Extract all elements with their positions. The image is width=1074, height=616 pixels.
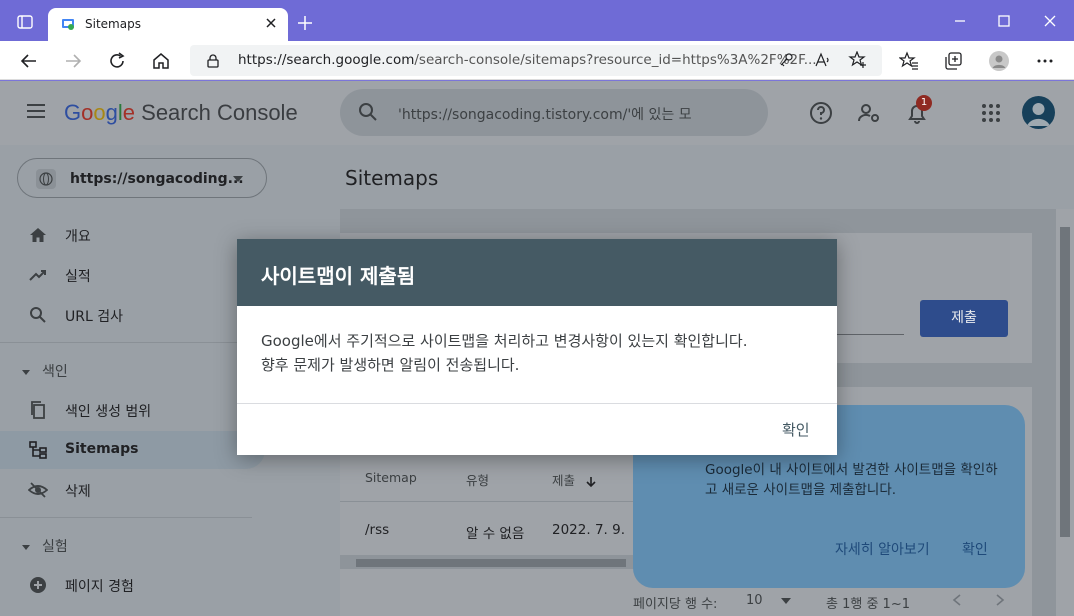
forward-icon [62,50,84,72]
close-tab-icon[interactable] [264,16,278,30]
table-divider [340,501,640,502]
read-aloud-icon[interactable] [814,51,832,73]
dialog-body-line: Google에서 주기적으로 사이트맵을 처리하고 변경사항이 있는지 확인합니… [261,332,748,350]
copy-icon [28,400,48,420]
dialog-divider [237,403,837,404]
rows-per-page-select[interactable]: 10 [746,593,791,608]
menu-icon[interactable] [26,103,46,119]
dialog-title: 사이트맵이 제출됨 [261,264,416,288]
prev-page-icon[interactable] [951,593,963,611]
sidebar-divider [0,517,252,518]
favorites-icon[interactable] [898,50,920,72]
home-icon [28,225,48,245]
property-url: https://songacoding... [70,171,244,187]
search-input[interactable]: 'https://songacoding.tistory.com/'에 있는 모 [340,89,768,136]
section-experience-header[interactable]: 실험 [22,536,68,556]
submitted-date-cell: 2022. 7. 9. [552,522,625,538]
sidebar-item-coverage[interactable]: 색인 생성 범위 [0,391,265,429]
vertical-scrollbar[interactable] [1056,209,1074,616]
dialog-ok-button[interactable]: 확인 [782,419,810,440]
sidebar-item-performance[interactable]: 실적 [0,256,265,294]
more-options-icon[interactable] [1034,50,1056,72]
dialog-header: 사이트맵이 제출됨 [237,239,837,306]
sidebar-item-removals[interactable]: 삭제 [0,471,265,509]
sidebar-divider [0,342,252,343]
sidebar-item-label: Sitemaps [65,441,139,457]
column-header-submitted[interactable]: 제출 [552,470,597,489]
address-bar[interactable]: https://search.google.com/search-console… [190,45,882,76]
trending-icon [28,265,48,285]
eye-off-icon [27,480,49,500]
sidebar-item-label: 실적 [65,269,91,285]
app-logo[interactable]: Google Search Console [64,100,298,126]
profile-icon[interactable] [988,50,1010,72]
tooltip-text: Google이 내 사이트에서 발견한 사이트맵을 확인하고 새로운 사이트맵을… [705,462,998,498]
account-avatar[interactable] [1022,96,1055,129]
search-icon [358,102,378,126]
column-header-type[interactable]: 유형 [466,470,489,489]
back-icon[interactable] [18,50,40,72]
globe-icon [36,169,56,189]
sitemap-icon [28,440,48,460]
browser-tab[interactable]: Sitemaps [48,8,288,41]
sidebar-item-label: 페이지 경험 [65,579,134,595]
sidebar-item-label: URL 검사 [65,309,123,325]
page-title: Sitemaps [345,166,439,190]
search-console-favicon-icon [61,17,76,32]
chevron-down-icon [780,597,791,604]
sidebar: https://songacoding... 개요 실적 URL 검사 색인 색… [0,145,270,616]
sidebar-item-label: 색인 생성 범위 [65,404,152,420]
chevron-down-icon [233,176,243,182]
dialog-body-line: 향후 문제가 발생하면 알림이 전송됩니다. [261,356,520,374]
dialog-body: Google에서 주기적으로 사이트맵을 처리하고 변경사항이 있는지 확인합니… [261,329,821,377]
column-header-sitemap[interactable]: Sitemap [365,470,417,485]
tab-title: Sitemaps [85,17,141,31]
sitemap-cell[interactable]: /rss [365,522,389,538]
sidebar-item-label: 삭제 [65,484,91,500]
apps-grid-icon[interactable] [979,101,1003,125]
sidebar-item-label: 개요 [65,229,91,245]
collapse-icon [22,369,30,375]
url-text: https://search.google.com/search-console… [238,52,817,68]
home-browser-icon[interactable] [150,50,172,72]
app-header: Google Search Console 'https://songacodi… [0,81,1074,145]
browser-toolbar: https://search.google.com/search-console… [0,41,1074,80]
refresh-icon[interactable] [106,50,128,72]
lock-icon[interactable] [207,54,219,72]
search-placeholder: 'https://songacoding.tistory.com/'에 있는 모 [398,107,692,123]
sidebar-item-sitemaps[interactable]: Sitemaps [0,431,265,469]
section-index-header[interactable]: 색인 [22,361,68,381]
page-range: 총 1행 중 1~1 [826,597,910,612]
property-selector[interactable]: https://songacoding... [17,158,267,198]
type-cell: 알 수 없음 [466,526,525,542]
next-page-icon[interactable] [994,593,1006,611]
learn-more-link[interactable]: 자세히 알아보기 [835,539,930,559]
sidebar-item-url-inspection[interactable]: URL 검사 [0,296,265,334]
close-window-icon[interactable] [1040,12,1060,30]
manage-users-icon[interactable] [857,101,881,125]
sitemap-submitted-dialog: 사이트맵이 제출됨 Google에서 주기적으로 사이트맵을 처리하고 변경사항… [237,239,837,455]
sort-arrow-icon [586,476,596,487]
key-icon[interactable] [778,52,794,72]
new-tab-icon[interactable] [295,13,315,33]
help-icon[interactable] [809,101,833,125]
search-icon [28,305,48,325]
rows-per-page-label: 페이지당 행 수: [633,597,718,612]
submit-button[interactable]: 제출 [920,300,1008,337]
sidebar-item-overview[interactable]: 개요 [0,216,265,254]
browser-titlebar: Sitemaps [0,0,1074,41]
tooltip-ok-button[interactable]: 확인 [962,539,988,559]
add-favorite-icon[interactable] [848,50,868,73]
notification-badge: 1 [916,95,932,111]
sidebar-item-page-experience[interactable]: 페이지 경험 [0,566,265,604]
tab-actions-icon[interactable] [10,9,40,35]
collapse-icon [22,544,30,550]
collections-icon[interactable] [942,50,964,72]
horizontal-scrollbar[interactable] [340,555,640,569]
maximize-icon[interactable] [994,12,1014,30]
minimize-icon[interactable] [950,12,970,30]
plus-circle-icon [28,575,48,595]
